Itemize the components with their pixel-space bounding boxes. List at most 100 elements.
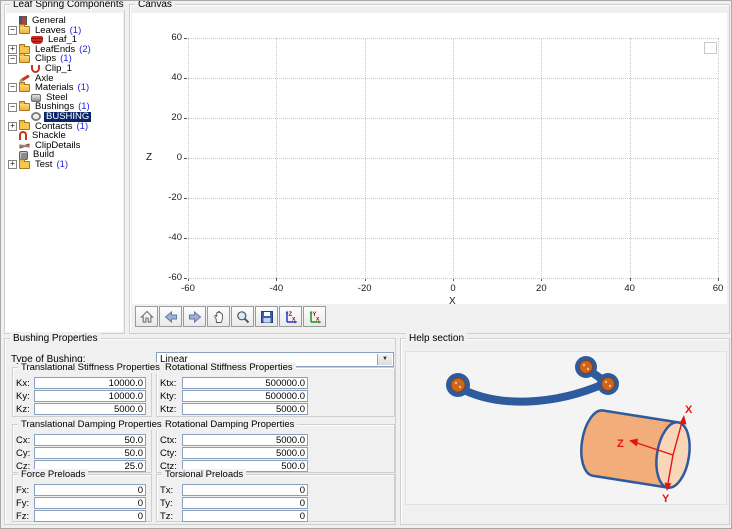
forward-arrow-icon (187, 309, 203, 325)
kz-input[interactable] (34, 403, 146, 415)
ty-input[interactable] (182, 497, 308, 509)
tree-item-clip-1[interactable]: Clip_1 (6, 64, 123, 74)
x-tick-label: 40 (613, 283, 647, 294)
expand-icon[interactable]: + (8, 122, 17, 131)
cy-input[interactable] (34, 447, 146, 459)
shackle-icon (19, 131, 27, 140)
x-axis-label: X (449, 296, 456, 307)
field-row: Tx: (159, 484, 392, 496)
fz-label: Fz: (15, 511, 32, 522)
field-group-title: Translational Stiffness Properties (18, 362, 163, 373)
field-group-title: Rotational Stiffness Properties (162, 362, 296, 373)
fy-input[interactable] (34, 497, 146, 509)
item-count: (1) (78, 83, 90, 93)
expand-icon[interactable]: + (8, 45, 17, 54)
fx-input[interactable] (34, 484, 146, 496)
cty-label: Cty: (159, 448, 180, 459)
kz-label: Kz: (15, 404, 32, 415)
group-torsional-preloads: Torsional PreloadsTx:Ty:Tz: (156, 474, 395, 522)
component-tree[interactable]: General−Leaves(1)Leaf_1+LeafEnds(2)−Clip… (6, 13, 123, 332)
ky-input[interactable] (34, 390, 146, 402)
tz-label: Tz: (159, 511, 180, 522)
fx-label: Fx: (15, 485, 32, 496)
plot-toolbar: ZxYx (135, 306, 326, 327)
kx-label: Kx: (15, 378, 32, 389)
z-axis-annotation: Z (617, 438, 624, 450)
clipdetails-icon (19, 142, 30, 150)
field-row: Kz: (15, 403, 149, 415)
z-tick-label: 60 (140, 32, 182, 43)
kty-label: Kty: (159, 391, 180, 402)
y-axis-label: Z (146, 152, 152, 163)
group-rotational-stiffness-properties: Rotational Stiffness PropertiesKtx:Kty:K… (156, 367, 395, 417)
spring-eye-upper-right (575, 356, 597, 378)
field-group-title: Rotational Damping Properties (162, 419, 297, 430)
tx-input[interactable] (182, 484, 308, 496)
canvas-title: Canvas (135, 0, 175, 10)
back-button[interactable] (159, 306, 182, 327)
field-row: Fy: (15, 497, 149, 509)
field-row: Ty: (159, 497, 392, 509)
field-row: Kty: (159, 390, 392, 402)
x-tick-label: 60 (701, 283, 732, 294)
view-yx-button[interactable]: Yx (303, 306, 326, 327)
leaf-spring-band (458, 383, 606, 402)
save-button[interactable] (255, 306, 278, 327)
fz-input[interactable] (34, 510, 146, 522)
tz-input[interactable] (182, 510, 308, 522)
pan-hand-icon (211, 309, 227, 325)
x-tick-label: -20 (348, 283, 382, 294)
item-count: (1) (56, 160, 68, 170)
bushing-properties-panel: Bushing Properties Type of Bushing: Line… (4, 338, 396, 525)
help-section-panel: Help section (400, 338, 730, 525)
x-tick-label: -40 (259, 283, 293, 294)
cx-label: Cx: (15, 435, 32, 446)
forward-button[interactable] (183, 306, 206, 327)
tree-item-clipdetails[interactable]: ClipDetails (6, 141, 123, 151)
group-force-preloads: Force PreloadsFx:Fy:Fz: (12, 474, 152, 522)
collapse-icon[interactable]: − (8, 55, 17, 64)
expand-icon[interactable]: + (8, 160, 17, 169)
collapse-icon[interactable]: − (8, 26, 17, 35)
collapse-icon[interactable]: − (8, 83, 17, 92)
ty-label: Ty: (159, 498, 180, 509)
x-tick-label: 20 (524, 283, 558, 294)
leaf-spring-bushing-diagram: X Y Z (406, 352, 726, 504)
kty-input[interactable] (182, 390, 308, 402)
folder-open-icon (19, 103, 30, 111)
tree-panel-title: Leaf Spring Components (10, 0, 127, 10)
field-group-title: Translational Damping Properties (18, 419, 165, 430)
collapse-icon[interactable]: − (8, 103, 17, 112)
help-section-title: Help section (406, 333, 467, 344)
tree-item-label: Test (33, 160, 54, 170)
zoom-button[interactable] (231, 306, 254, 327)
leaf-spring-components-panel: Leaf Spring Components General−Leaves(1)… (4, 4, 125, 334)
ctx-input[interactable] (182, 434, 308, 446)
field-group-title: Force Preloads (18, 469, 88, 480)
folder-closed-icon (19, 122, 30, 130)
bushing-panel-title: Bushing Properties (10, 333, 101, 344)
bushing-help-illustration: X Y Z (405, 351, 727, 505)
group-translational-stiffness-properties: Translational Stiffness PropertiesKx:Ky:… (12, 367, 152, 417)
home-button[interactable] (135, 306, 158, 327)
ktx-input[interactable] (182, 377, 308, 389)
pan-button[interactable] (207, 306, 230, 327)
folder-closed-icon (19, 161, 30, 169)
folder-open-icon (19, 26, 30, 34)
z-tick-label: 40 (140, 72, 182, 83)
cx-input[interactable] (34, 434, 146, 446)
tx-label: Tx: (159, 485, 180, 496)
x-tick-label: 0 (436, 283, 470, 294)
ktz-input[interactable] (182, 403, 308, 415)
item-count: (1) (77, 122, 89, 132)
bushing-icon (31, 112, 41, 121)
chevron-down-icon[interactable]: ▼ (377, 354, 392, 365)
legend-box (704, 42, 717, 54)
tree-item-test[interactable]: + Test(1) (6, 160, 123, 170)
group-translational-damping-properties: Translational Damping PropertiesCx:Cy:Cz… (12, 424, 152, 473)
kx-input[interactable] (34, 377, 146, 389)
view-zx-button[interactable]: Zx (279, 306, 302, 327)
z-tick-label: -60 (140, 272, 182, 283)
field-group-title: Torsional Preloads (162, 469, 246, 480)
cty-input[interactable] (182, 447, 308, 459)
